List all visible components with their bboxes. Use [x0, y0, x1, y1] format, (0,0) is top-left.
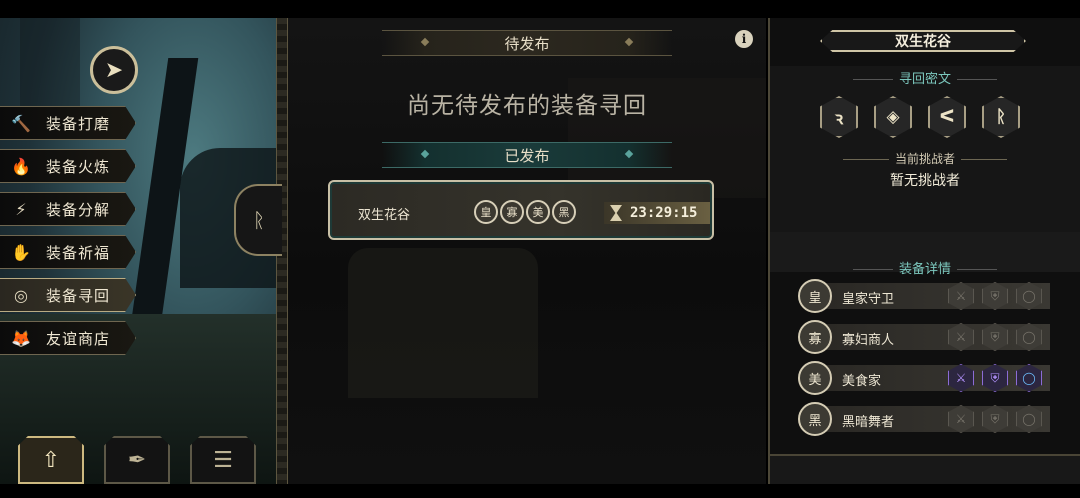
challenger-label: 当前挑战者	[770, 150, 1080, 167]
hero-equipment-row[interactable]: 皇皇家守卫 ⚔ ⛨ ◯	[798, 276, 1052, 316]
diamond-icon	[420, 37, 430, 47]
quest-avatars: 皇寡美黑	[474, 200, 576, 224]
hero-avatar: 皇	[798, 279, 832, 313]
hero-avatar: 美	[798, 361, 832, 395]
weapon-slot-icon[interactable]: ⚔	[948, 405, 974, 433]
recover-icon: ◎	[14, 285, 28, 305]
published-quest-card[interactable]: 双生花谷 皇寡美黑 23:29:15	[328, 180, 714, 240]
menu-item-label: 装备火炼	[46, 157, 111, 176]
pray-icon: ✋	[11, 242, 31, 262]
back-button[interactable]: ➤	[90, 46, 138, 94]
bottom-bar	[0, 484, 1080, 498]
upload-icon: ⇧	[41, 447, 61, 473]
bottom-tabs: ⇧ ✒ ☰	[18, 436, 256, 484]
diamond-icon	[624, 37, 634, 47]
challenger-value: 暂无挑战者	[890, 173, 960, 189]
hammer-icon: 🔨	[11, 113, 31, 133]
hero-equipment-row[interactable]: 寡寡妇商人 ⚔ ⛨ ◯	[798, 317, 1052, 357]
bottom-tab-2[interactable]: ☰	[190, 436, 256, 484]
diamond-icon	[420, 149, 430, 159]
ring-slot-icon[interactable]: ◯	[1016, 323, 1042, 351]
weapon-slot-icon[interactable]: ⚔	[948, 323, 974, 351]
hero-avatar: 黑	[798, 402, 832, 436]
challenger-label-text: 当前挑战者	[894, 152, 955, 166]
weapon-slot-icon[interactable]: ⚔	[948, 282, 974, 310]
empty-pending-message: 尚无待发布的装备寻回	[407, 93, 647, 119]
side-menu: 🔨 装备打磨 🔥 装备火炼 ⚡ 装备分解 ✋ 装备祈福 ◎ 装备寻回 🦊 友谊商店	[0, 106, 136, 364]
hero-avatar: 皇	[474, 200, 498, 224]
menu-item-label: 友谊商店	[46, 329, 111, 348]
arrow-left-icon: ➤	[104, 57, 124, 83]
detail-list: 皇皇家守卫 ⚔ ⛨ ◯ 寡寡妇商人 ⚔ ⛨ ◯ 美美食家 ⚔ ⛨ ◯ 黑黑暗舞者 ⚔ ⛨ ◯	[798, 276, 1052, 440]
hero-equipment-row[interactable]: 美美食家 ⚔ ⛨ ◯	[798, 358, 1052, 398]
published-header: 已发布	[382, 142, 672, 168]
hourglass-icon	[610, 205, 622, 221]
equipment-slots: ⚔ ⛨ ◯	[948, 282, 1042, 310]
top-bar	[0, 0, 1080, 18]
hero-avatar: 寡	[500, 200, 524, 224]
left-scene: ➤ 🔨 装备打磨 🔥 装备火炼 ⚡ 装备分解 ✋ 装备祈福 ◎ 装备寻回 🦊 友谊商店 ⇧ ✒ ☰	[0, 18, 276, 484]
cipher-label: 寻回密文	[770, 68, 1080, 87]
background-creature	[348, 248, 538, 398]
panel-footer	[770, 454, 1080, 484]
armor-slot-icon[interactable]: ⛨	[982, 364, 1008, 392]
details-label-text: 装备详情	[898, 262, 951, 277]
equipment-slots: ⚔ ⛨ ◯	[948, 405, 1042, 433]
ring-slot-icon[interactable]: ◯	[1016, 405, 1042, 433]
bottom-tab-0[interactable]: ⇧	[18, 436, 84, 484]
fox-icon: 🦊	[11, 328, 31, 348]
menu-item-label: 装备分解	[46, 200, 111, 219]
details-label: 装备详情	[770, 258, 1080, 277]
hero-name: 皇家守卫	[842, 292, 895, 307]
cipher-rune-icon: ᐸ	[928, 96, 966, 138]
equipment-slots: ⚔ ⛨ ◯	[948, 364, 1042, 392]
quest-board: i 待发布 尚无待发布的装备寻回 已发布 双生花谷 皇寡美黑 23:29:15	[288, 18, 766, 484]
pending-header-label: 待发布	[504, 34, 550, 53]
quest-timer: 23:29:15	[604, 202, 710, 224]
menu-item-0[interactable]: 🔨 装备打磨	[0, 106, 136, 140]
flame-icon: 🔥	[11, 156, 31, 176]
cipher-label-text: 寻回密文	[898, 72, 951, 87]
menu-item-1[interactable]: 🔥 装备火炼	[0, 149, 136, 183]
quest-detail-panel: 双生花谷 寻回密文 ꝛ ◈ ᐸ ᚱ 当前挑战者 暂无挑战者 装备详情 皇皇家守卫 ⚔ ⛨ ◯…	[768, 18, 1080, 484]
quest-name: 双生花谷	[358, 208, 411, 223]
list-icon: ☰	[213, 447, 233, 473]
weapon-slot-icon[interactable]: ⚔	[948, 364, 974, 392]
detail-title: 双生花谷	[820, 30, 1026, 52]
hero-avatar: 黑	[552, 200, 576, 224]
cipher-rune-icon: ᚱ	[982, 96, 1020, 138]
cipher-rune-icon: ◈	[874, 96, 912, 138]
cipher-rune-icon: ꝛ	[820, 96, 858, 138]
info-icon[interactable]: i	[735, 30, 753, 48]
menu-item-label: 装备寻回	[46, 286, 111, 305]
menu-item-2[interactable]: ⚡ 装备分解	[0, 192, 136, 226]
armor-slot-icon[interactable]: ⛨	[982, 282, 1008, 310]
armor-slot-icon[interactable]: ⛨	[982, 323, 1008, 351]
published-header-label: 已发布	[504, 146, 550, 165]
hero-name: 美食家	[842, 374, 882, 389]
disassemble-icon: ⚡	[15, 199, 27, 219]
diamond-icon	[624, 149, 634, 159]
menu-item-label: 装备打磨	[46, 114, 111, 133]
ring-slot-icon[interactable]: ◯	[1016, 282, 1042, 310]
timer-text: 23:29:15	[630, 205, 698, 221]
armor-slot-icon[interactable]: ⛨	[982, 405, 1008, 433]
menu-item-label: 装备祈福	[46, 243, 111, 262]
hero-name: 黑暗舞者	[842, 415, 895, 430]
menu-item-5[interactable]: 🦊 友谊商店	[0, 321, 136, 355]
hero-avatar: 寡	[798, 320, 832, 354]
menu-item-3[interactable]: ✋ 装备祈福	[0, 235, 136, 269]
menu-item-4[interactable]: ◎ 装备寻回	[0, 278, 136, 312]
feather-icon: ✒	[127, 447, 147, 473]
side-tab-handle[interactable]: ᚱ	[234, 184, 282, 256]
bottom-tab-1[interactable]: ✒	[104, 436, 170, 484]
hero-avatar: 美	[526, 200, 550, 224]
ring-slot-icon[interactable]: ◯	[1016, 364, 1042, 392]
rune-icon: ᚱ	[253, 208, 265, 232]
pending-header: 待发布	[382, 30, 672, 56]
cipher-runes: ꝛ ◈ ᐸ ᚱ	[820, 96, 1020, 138]
equipment-slots: ⚔ ⛨ ◯	[948, 323, 1042, 351]
hero-equipment-row[interactable]: 黑黑暗舞者 ⚔ ⛨ ◯	[798, 399, 1052, 439]
hero-name: 寡妇商人	[842, 333, 895, 348]
